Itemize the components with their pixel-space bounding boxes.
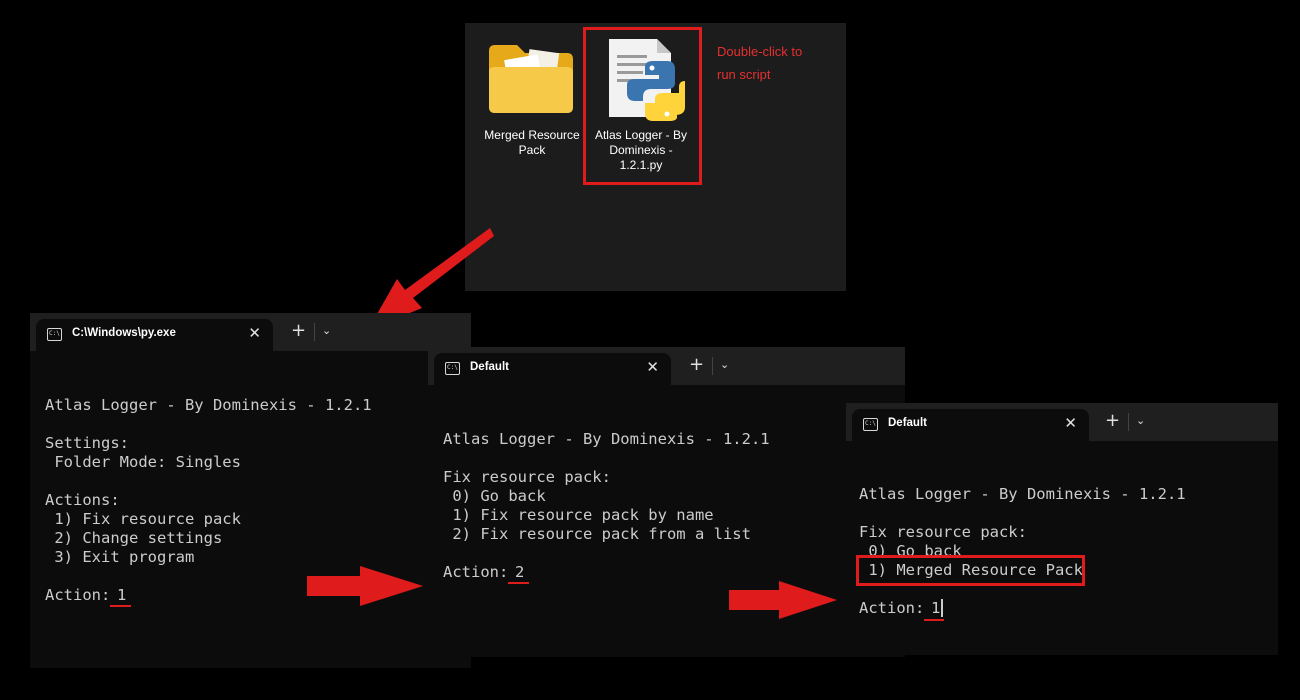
red-arrow-icon [729,581,837,619]
console-header: Atlas Logger - By Dominexis - 1.2.1 [443,430,770,448]
tab-title: Default [888,417,927,429]
menu-option: 1) Fix resource pack [45,510,241,528]
chevron-down-icon[interactable]: ⌄ [322,324,331,337]
terminal-icon: C:\ [863,418,878,431]
title-bar: C:\ Default ✕ + ⌄ [846,403,1278,441]
annotation-line: Double-click to [717,44,803,59]
terminal-icon: C:\ [445,362,460,375]
annotation-note: Double-click to run script [717,40,802,86]
menu-option: 2) Change settings [45,529,223,547]
terminal-window-3[interactable]: C:\ Default ✕ + ⌄ Atlas Logger - By Domi… [846,403,1278,655]
chevron-down-icon[interactable]: ⌄ [720,358,729,371]
action-prompt: Action: [859,599,934,617]
title-bar: C:\ C:\Windows\py.exe ✕ + ⌄ [30,313,471,351]
menu-heading: Fix resource pack: [859,523,1027,541]
folder-label: Merged Resource Pack [480,128,584,158]
highlight-box [583,27,702,185]
title-bar: C:\ Default ✕ + ⌄ [428,347,905,385]
text-cursor [941,599,943,617]
tab-pyexe[interactable]: C:\ C:\Windows\py.exe ✕ [36,319,273,351]
input-underline [508,582,529,584]
action-prompt: Action: [45,586,120,604]
menu-option: 2) Fix resource pack from a list [443,525,751,543]
menu-option: 0) Go back [443,487,546,505]
close-icon[interactable]: ✕ [646,358,659,376]
menu-option: 1) Fix resource pack by name [443,506,714,524]
menu-option: 3) Exit program [45,548,195,566]
divider [712,357,713,375]
tab-title: C:\Windows\py.exe [72,327,176,339]
plus-icon[interactable]: + [291,322,306,340]
folder-label-line: Pack [518,143,546,157]
action-input[interactable]: 1 [931,599,940,618]
settings-folder-mode: Folder Mode: Singles [45,453,241,471]
tab-title: Default [470,361,509,373]
menu-heading: Fix resource pack: [443,468,611,486]
chevron-down-icon[interactable]: ⌄ [1136,414,1145,427]
close-icon[interactable]: ✕ [248,324,261,342]
tab-default[interactable]: C:\ Default ✕ [852,409,1089,441]
action-input[interactable]: 2 [515,563,524,582]
console-header: Atlas Logger - By Dominexis - 1.2.1 [45,396,372,414]
highlight-box [856,555,1085,586]
folder-label-line: Merged Resource [484,128,580,142]
terminal-icon: C:\ [47,328,62,341]
close-icon[interactable]: ✕ [1064,414,1077,432]
red-arrow-icon [307,566,423,606]
annotation-line: run script [717,67,771,82]
console-header: Atlas Logger - By Dominexis - 1.2.1 [859,485,1186,503]
input-underline [924,619,944,621]
settings-heading: Settings: [45,434,129,452]
action-prompt: Action: [443,563,518,581]
divider [314,323,315,341]
plus-icon[interactable]: + [1105,412,1120,430]
plus-icon[interactable]: + [689,356,704,374]
actions-heading: Actions: [45,491,120,509]
input-underline [110,605,131,607]
folder-icon [489,45,573,113]
file-explorer-panel: Merged Resource Pack Atlas Logger - By D… [465,23,846,291]
action-input[interactable]: 1 [117,586,126,605]
terminal-window-1[interactable]: C:\ C:\Windows\py.exe ✕ + ⌄ Atlas Logger… [30,313,471,668]
tab-default[interactable]: C:\ Default ✕ [434,353,671,385]
divider [1128,413,1129,431]
